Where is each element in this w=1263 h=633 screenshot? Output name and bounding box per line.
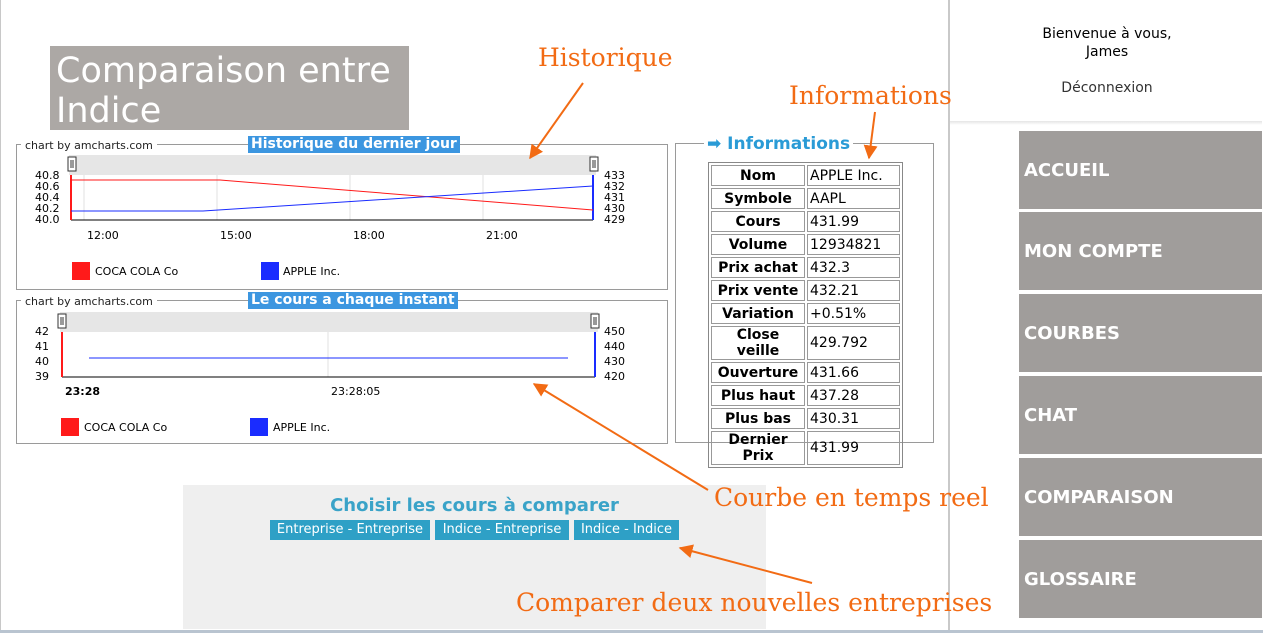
nav-item-courbes[interactable]: COURBES bbox=[1019, 294, 1262, 372]
nav-item-glossaire[interactable]: GLOSSAIRE bbox=[1019, 540, 1262, 618]
arrow-historique bbox=[529, 82, 584, 160]
arrow-courbe bbox=[532, 383, 709, 491]
arrow-comparer bbox=[678, 544, 813, 584]
nav-item-mon-compte[interactable]: MON COMPTE bbox=[1019, 212, 1262, 290]
user-name: James bbox=[1085, 44, 1129, 60]
nav-item-chat[interactable]: CHAT bbox=[1019, 376, 1262, 454]
nav-item-accueil[interactable]: ACCUEIL bbox=[1019, 131, 1262, 209]
welcome-line: Bienvenue à vous, bbox=[1042, 26, 1172, 42]
logout-link[interactable]: Déconnexion bbox=[952, 80, 1262, 96]
sidebar-separator bbox=[950, 121, 1262, 125]
arrow-informations bbox=[863, 111, 878, 160]
nav-item-comparaison[interactable]: COMPARAISON bbox=[1019, 458, 1262, 536]
welcome-message: Bienvenue à vous, James bbox=[952, 25, 1262, 61]
